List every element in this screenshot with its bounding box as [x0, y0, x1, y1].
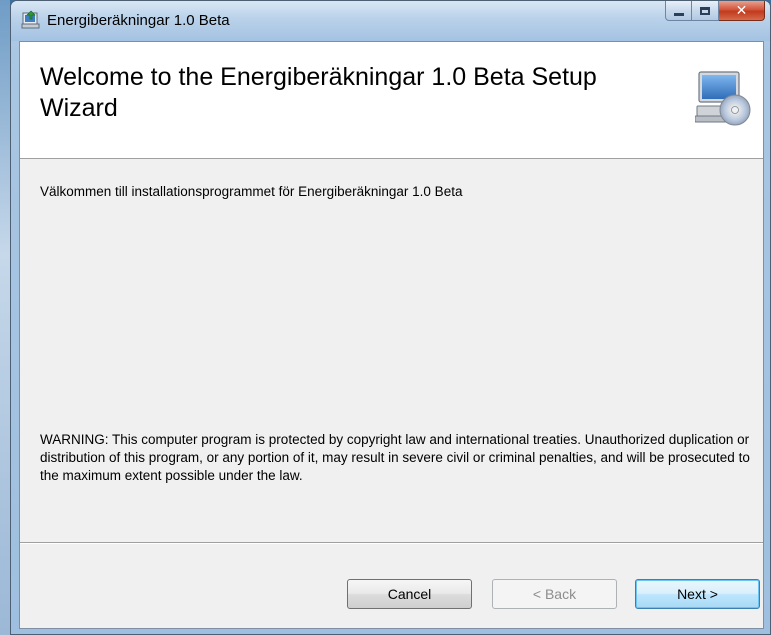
setup-window: Energiberäkningar 1.0 Beta ✕ Welcome to … [10, 0, 771, 635]
computer-cd-icon [694, 70, 751, 130]
maximize-icon [700, 6, 710, 15]
minimize-icon [673, 13, 684, 16]
wizard-title: Welcome to the Energiberäkningar 1.0 Bet… [40, 63, 597, 122]
desktop-background [0, 0, 10, 635]
button-separator [20, 542, 763, 544]
wizard-client-area: Welcome to the Energiberäkningar 1.0 Bet… [19, 41, 764, 629]
installer-icon [21, 10, 41, 30]
caption-buttons: ✕ [665, 1, 765, 22]
window-title: Energiberäkningar 1.0 Beta [47, 12, 230, 29]
copyright-warning: WARNING: This computer program is protec… [40, 432, 750, 483]
close-icon: ✕ [735, 2, 748, 19]
maximize-button[interactable] [692, 1, 719, 21]
close-button[interactable]: ✕ [719, 1, 765, 21]
next-button[interactable]: Next > [635, 579, 760, 609]
welcome-message: Välkommen till installationsprogrammet f… [40, 184, 463, 199]
title-bar[interactable]: Energiberäkningar 1.0 Beta ✕ [11, 1, 770, 41]
wizard-banner: Welcome to the Energiberäkningar 1.0 Bet… [20, 42, 763, 159]
back-button: < Back [492, 579, 617, 609]
cancel-button[interactable]: Cancel [347, 579, 472, 609]
minimize-button[interactable] [665, 1, 692, 21]
